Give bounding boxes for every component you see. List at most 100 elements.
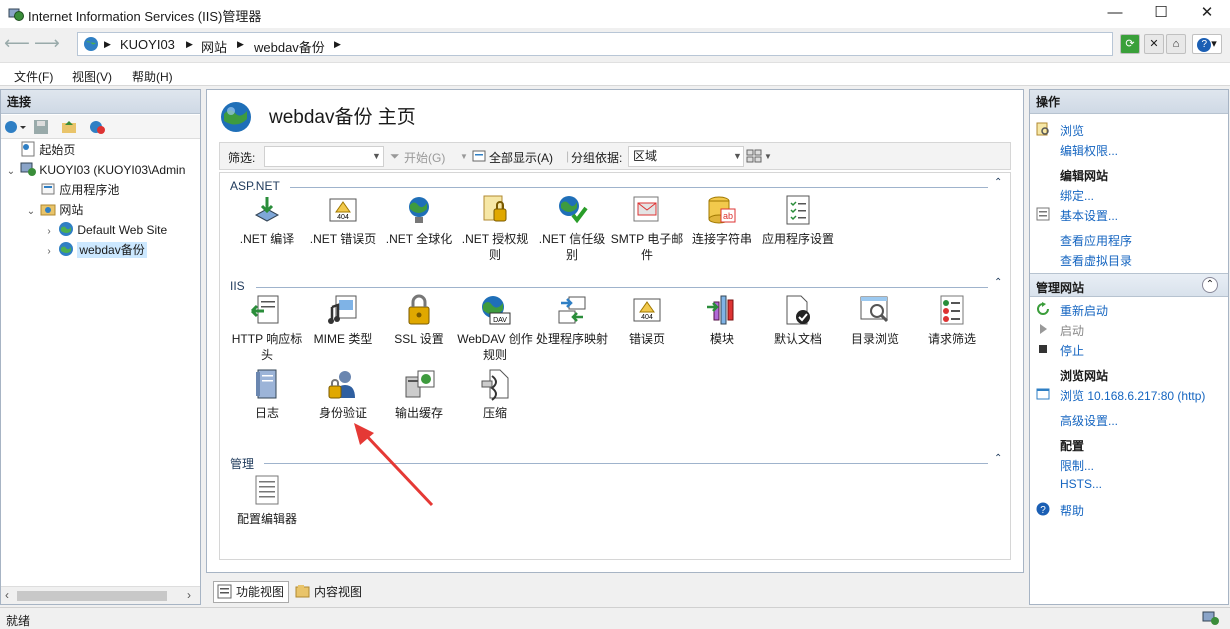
action-edit-permissions[interactable]: 编辑权限...	[1060, 142, 1118, 159]
action-stop[interactable]: 停止	[1060, 342, 1084, 359]
home-icon[interactable]: ⌂	[1166, 34, 1186, 54]
collapse-section-icon[interactable]: ⌃	[1202, 277, 1218, 293]
action-view-applications[interactable]: 查看应用程序	[1060, 232, 1132, 249]
feature-tile[interactable]: 配置编辑器	[228, 473, 306, 527]
tab-content-view[interactable]: 内容视图	[291, 581, 367, 603]
chevron-down-icon[interactable]: ▼	[372, 151, 381, 161]
crumb-sites[interactable]: 网站	[201, 37, 227, 56]
close-button[interactable]: ✕	[1184, 0, 1230, 28]
horizontal-scrollbar[interactable]: ‹ ›	[1, 586, 200, 604]
tree-item-server[interactable]: ⌄ KUOYI03 (KUOYI03\Admin	[5, 160, 185, 180]
scroll-right-icon[interactable]: ›	[187, 588, 191, 602]
crumb-server[interactable]: KUOYI03	[120, 37, 175, 52]
status-bar: 就绪	[0, 607, 1230, 629]
group-divider	[256, 287, 988, 288]
menu-file[interactable]: 文件(F)	[14, 68, 53, 85]
action-hsts[interactable]: HSTS...	[1060, 477, 1102, 491]
scrollbar-thumb[interactable]	[17, 591, 167, 601]
feature-label: .NET 全球化	[385, 232, 453, 246]
action-limits[interactable]: 限制...	[1060, 457, 1094, 474]
heading-edit-site: 编辑网站	[1060, 169, 1109, 183]
forward-arrow-icon[interactable]: ⟶	[34, 32, 60, 56]
tree-label: webdav备份	[77, 242, 147, 258]
tree-item-sites[interactable]: ⌄ 网站	[25, 200, 84, 220]
feature-tile[interactable]: 处理程序映射	[533, 293, 611, 347]
connect-globe-icon[interactable]	[4, 119, 26, 135]
browse-icon	[1036, 122, 1049, 136]
feature-tile[interactable]: DAV WebDAV 创作规则	[456, 293, 534, 363]
feature-tile[interactable]: .NET 授权规则	[456, 193, 534, 263]
scroll-left-icon[interactable]: ‹	[5, 588, 9, 602]
feature-tile[interactable]: 目录浏览	[836, 293, 914, 347]
svg-text:404: 404	[337, 214, 349, 221]
feature-tile[interactable]: 输出缓存	[380, 367, 458, 421]
collapse-caret-icon[interactable]: ⌃	[994, 277, 1002, 288]
feature-label: SSL 设置	[394, 332, 444, 346]
tree-item-webdav-site[interactable]: › webdav备份	[43, 240, 147, 260]
action-advanced-settings[interactable]: 高级设置...	[1060, 412, 1118, 429]
feature-tile[interactable]: 404 错误页	[608, 293, 686, 347]
help-icon[interactable]: ? ▾	[1192, 34, 1222, 54]
chevron-down-icon[interactable]: ▼	[764, 152, 772, 161]
tree-label: 起始页	[39, 143, 76, 157]
crumb-site[interactable]: webdav备份	[254, 37, 325, 56]
start-filter-button[interactable]: 开始(G)	[404, 149, 445, 166]
minimize-button[interactable]: —	[1092, 0, 1138, 28]
chevron-down-icon[interactable]: ▼	[733, 151, 742, 161]
save-icon[interactable]	[33, 119, 49, 135]
action-browse[interactable]: 浏览	[1060, 122, 1084, 139]
action-browse-url[interactable]: 浏览 10.168.6.217:80 (http)	[1060, 387, 1205, 404]
address-bar[interactable]: ▶ KUOYI03 ▶ 网站 ▶ webdav备份 ▶	[77, 32, 1113, 56]
feature-tile[interactable]: 模块	[683, 293, 761, 347]
disconnect-icon[interactable]	[89, 119, 107, 135]
view-mode-icon[interactable]	[746, 149, 762, 163]
tree-item-start-page[interactable]: 起始页	[5, 140, 75, 160]
feature-tile[interactable]: 请求筛选	[913, 293, 991, 347]
show-all-button[interactable]: 全部显示(A)	[489, 149, 553, 166]
feature-tile[interactable]: SMTP 电子邮件	[608, 193, 686, 263]
group-by-select[interactable]: 区域	[628, 146, 744, 167]
back-arrow-icon[interactable]: ⟵	[4, 32, 30, 56]
feature-tile[interactable]: 默认文档	[759, 293, 837, 347]
svg-text:?: ?	[1040, 505, 1046, 516]
feature-tile[interactable]: 身份验证	[304, 367, 382, 421]
feature-tile[interactable]: SSL 设置	[380, 293, 458, 347]
actions-header: 操作	[1030, 90, 1228, 114]
tab-features-view[interactable]: 功能视图	[213, 581, 290, 603]
up-folder-icon[interactable]	[61, 119, 77, 135]
action-basic-settings[interactable]: 基本设置...	[1060, 207, 1118, 224]
collapse-caret-icon[interactable]: ⌃	[994, 453, 1002, 464]
feature-tile[interactable]: .NET 信任级别	[533, 193, 611, 263]
feature-tile[interactable]: ab 连接字符串	[683, 193, 761, 247]
action-bindings[interactable]: 绑定...	[1060, 187, 1094, 204]
feature-tile[interactable]: 应用程序设置	[759, 193, 837, 247]
menu-help[interactable]: 帮助(H)	[132, 68, 173, 85]
chevron-down-icon[interactable]: ▼	[460, 152, 468, 161]
feature-tile[interactable]: MIME 类型	[304, 293, 382, 347]
feature-tile[interactable]: 日志	[228, 367, 306, 421]
action-restart[interactable]: 重新启动	[1060, 302, 1108, 319]
feature-tile[interactable]: .NET 编译	[228, 193, 306, 247]
feature-label: 模块	[709, 332, 734, 346]
tree-item-app-pools[interactable]: 应用程序池	[25, 180, 119, 200]
feature-tile[interactable]: .NET 全球化	[380, 193, 458, 247]
collapse-caret-icon[interactable]: ⌃	[994, 177, 1002, 188]
filter-input[interactable]	[264, 146, 384, 167]
feature-label: 身份验证	[318, 406, 367, 420]
maximize-button[interactable]: ☐	[1138, 0, 1184, 28]
page-title: webdav备份 主页	[269, 107, 416, 128]
action-view-virtual-dirs[interactable]: 查看虚拟目录	[1060, 252, 1132, 269]
action-start[interactable]: 启动	[1060, 322, 1084, 339]
stop-icon[interactable]: ✕	[1144, 34, 1164, 54]
menu-view[interactable]: 视图(V)	[72, 68, 112, 85]
action-help[interactable]: 帮助	[1060, 502, 1084, 519]
config-editor-icon	[255, 475, 279, 505]
app-pool-icon	[41, 183, 55, 195]
tree-label: 应用程序池	[59, 183, 120, 197]
feature-tile[interactable]: 压缩	[456, 367, 534, 421]
feature-tile[interactable]: HTTP 响应标头	[228, 293, 306, 363]
tree-item-default-web-site[interactable]: › Default Web Site	[43, 220, 167, 240]
feature-label: 目录浏览	[850, 332, 899, 346]
feature-tile[interactable]: 404 .NET 错误页	[304, 193, 382, 247]
refresh-icon[interactable]: ⟳	[1120, 34, 1140, 54]
